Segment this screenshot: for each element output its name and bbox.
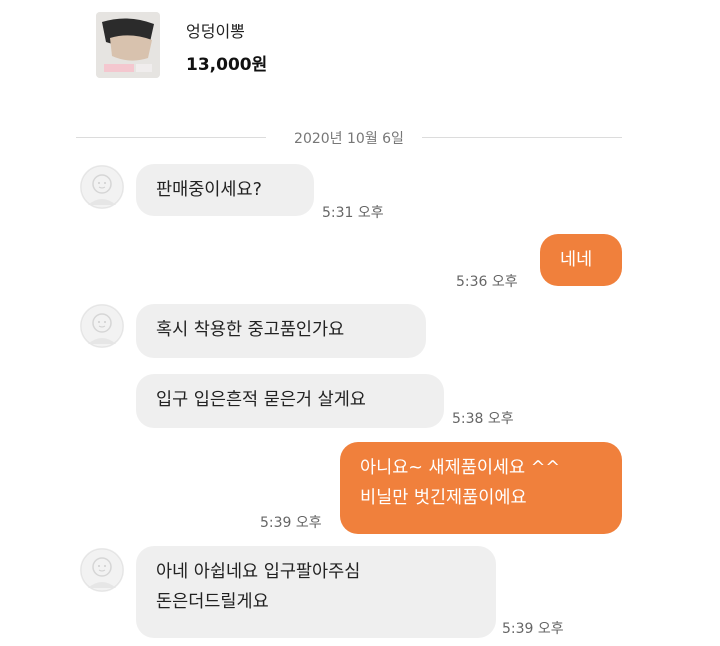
- buyer-avatar[interactable]: [80, 165, 124, 209]
- default-user-avatar-icon: [80, 548, 124, 592]
- message-bubble-incoming[interactable]: 혹시 착용한 중고품인가요: [136, 304, 426, 358]
- message-bubble-incoming[interactable]: 판매중이세요?: [136, 164, 314, 216]
- message-time: 5:39 오후: [502, 621, 564, 637]
- date-divider: 2020년 10월 6일: [76, 126, 622, 148]
- date-label: 2020년 10월 6일: [294, 131, 404, 147]
- buyer-avatar[interactable]: [80, 548, 124, 592]
- message-bubble-outgoing[interactable]: 네네: [540, 234, 622, 286]
- product-thumbnail[interactable]: [96, 12, 160, 78]
- message-time: 5:39 오후: [260, 515, 322, 531]
- message-time: 5:36 오후: [456, 274, 518, 290]
- message-bubble-incoming[interactable]: 입구 입은흔적 묻은거 살게요: [136, 374, 444, 428]
- product-price: 13,000원: [186, 55, 268, 75]
- divider-line-right: [422, 137, 622, 138]
- product-image: [96, 12, 160, 78]
- default-user-avatar-icon: [80, 165, 124, 209]
- message-bubble-outgoing[interactable]: 아니요~ 새제품이세요 ^^ 비닐만 벗긴제품이에요: [340, 442, 622, 534]
- buyer-avatar[interactable]: [80, 304, 124, 348]
- message-bubble-incoming[interactable]: 아네 아쉽네요 입구팔아주심 돈은더드릴게요: [136, 546, 496, 638]
- message-time: 5:31 오후: [322, 205, 384, 221]
- default-user-avatar-icon: [80, 304, 124, 348]
- message-time: 5:38 오후: [452, 411, 514, 427]
- product-name: 엉덩이뽕: [186, 22, 245, 41]
